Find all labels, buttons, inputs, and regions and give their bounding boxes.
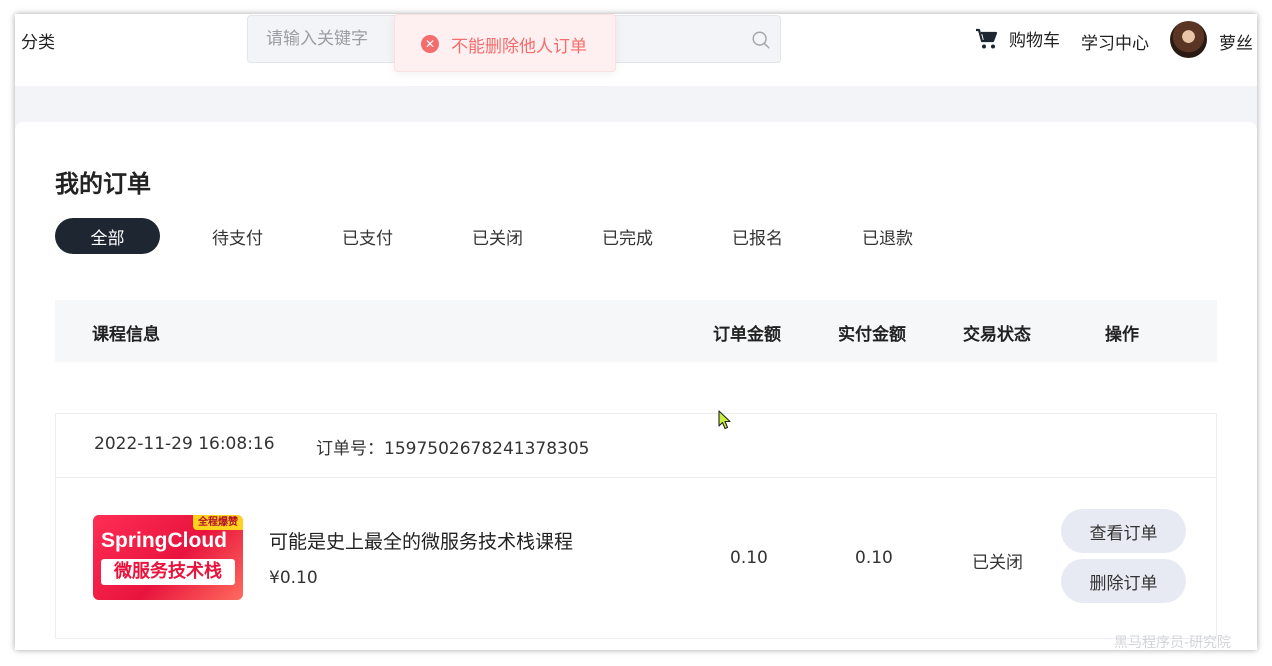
search-icon[interactable] [750, 29, 772, 51]
order-item: 2022-11-29 16:08:16 订单号：1597502678241378… [55, 413, 1217, 639]
error-toast: ✕ 不能删除他人订单 [394, 14, 616, 72]
app-window: 分类 购物车 学习中心 萝丝 ✕ 不能删除他人订单 我的订单 全 [15, 14, 1257, 650]
mouse-cursor-icon [718, 410, 731, 430]
cart-icon [976, 28, 998, 48]
course-thumbnail[interactable]: 全程爆赞 SpringCloud 微服务技术栈 [93, 515, 243, 600]
order-time: 2022-11-29 16:08:16 [94, 434, 275, 454]
column-course-info: 课程信息 [92, 325, 160, 345]
page-title: 我的订单 [55, 170, 151, 198]
toast-message: 不能删除他人订单 [451, 37, 587, 57]
delete-order-button[interactable]: 删除订单 [1061, 559, 1186, 603]
tab-pending-payment[interactable]: 待支付 [185, 218, 290, 254]
thumbnail-badge: 全程爆赞 [193, 515, 243, 530]
view-order-button[interactable]: 查看订单 [1061, 509, 1186, 553]
order-number: 订单号：1597502678241378305 [316, 439, 590, 459]
column-actions: 操作 [1105, 325, 1139, 345]
order-amount: 0.10 [730, 548, 768, 568]
error-circle-icon: ✕ [421, 35, 439, 53]
thumbnail-subtitle: 微服务技术栈 [101, 559, 235, 585]
username[interactable]: 萝丝 [1219, 29, 1253, 54]
tab-closed[interactable]: 已关闭 [445, 218, 550, 254]
study-center-link[interactable]: 学习中心 [1081, 29, 1149, 54]
column-status: 交易状态 [963, 325, 1031, 345]
tab-completed[interactable]: 已完成 [575, 218, 680, 254]
category-menu[interactable]: 分类 [21, 28, 55, 53]
tab-enrolled[interactable]: 已报名 [705, 218, 810, 254]
top-header: 分类 购物车 学习中心 萝丝 [15, 14, 1257, 86]
paid-amount: 0.10 [855, 548, 893, 568]
order-header: 2022-11-29 16:08:16 订单号：1597502678241378… [56, 414, 1216, 478]
column-paid-amount: 实付金额 [838, 325, 906, 345]
tab-all[interactable]: 全部 [55, 218, 160, 254]
thumbnail-title: SpringCloud [101, 529, 227, 552]
order-status: 已关闭 [972, 553, 1023, 573]
avatar[interactable] [1170, 21, 1207, 58]
orders-card: 我的订单 全部 待支付 已支付 已关闭 已完成 已报名 已退款 课程信息 订单金… [15, 122, 1257, 650]
table-header: 课程信息 订单金额 实付金额 交易状态 操作 [55, 300, 1217, 362]
tab-refunded[interactable]: 已退款 [835, 218, 940, 254]
tab-paid[interactable]: 已支付 [315, 218, 420, 254]
cart-link[interactable]: 购物车 [975, 26, 1060, 51]
cart-label: 购物车 [1009, 31, 1060, 51]
course-title[interactable]: 可能是史上最全的微服务技术栈课程 [269, 527, 573, 554]
course-price: ¥0.10 [269, 568, 318, 588]
column-order-amount: 订单金额 [713, 325, 781, 345]
watermark: 黑马程序员-研究院 [1114, 635, 1232, 651]
